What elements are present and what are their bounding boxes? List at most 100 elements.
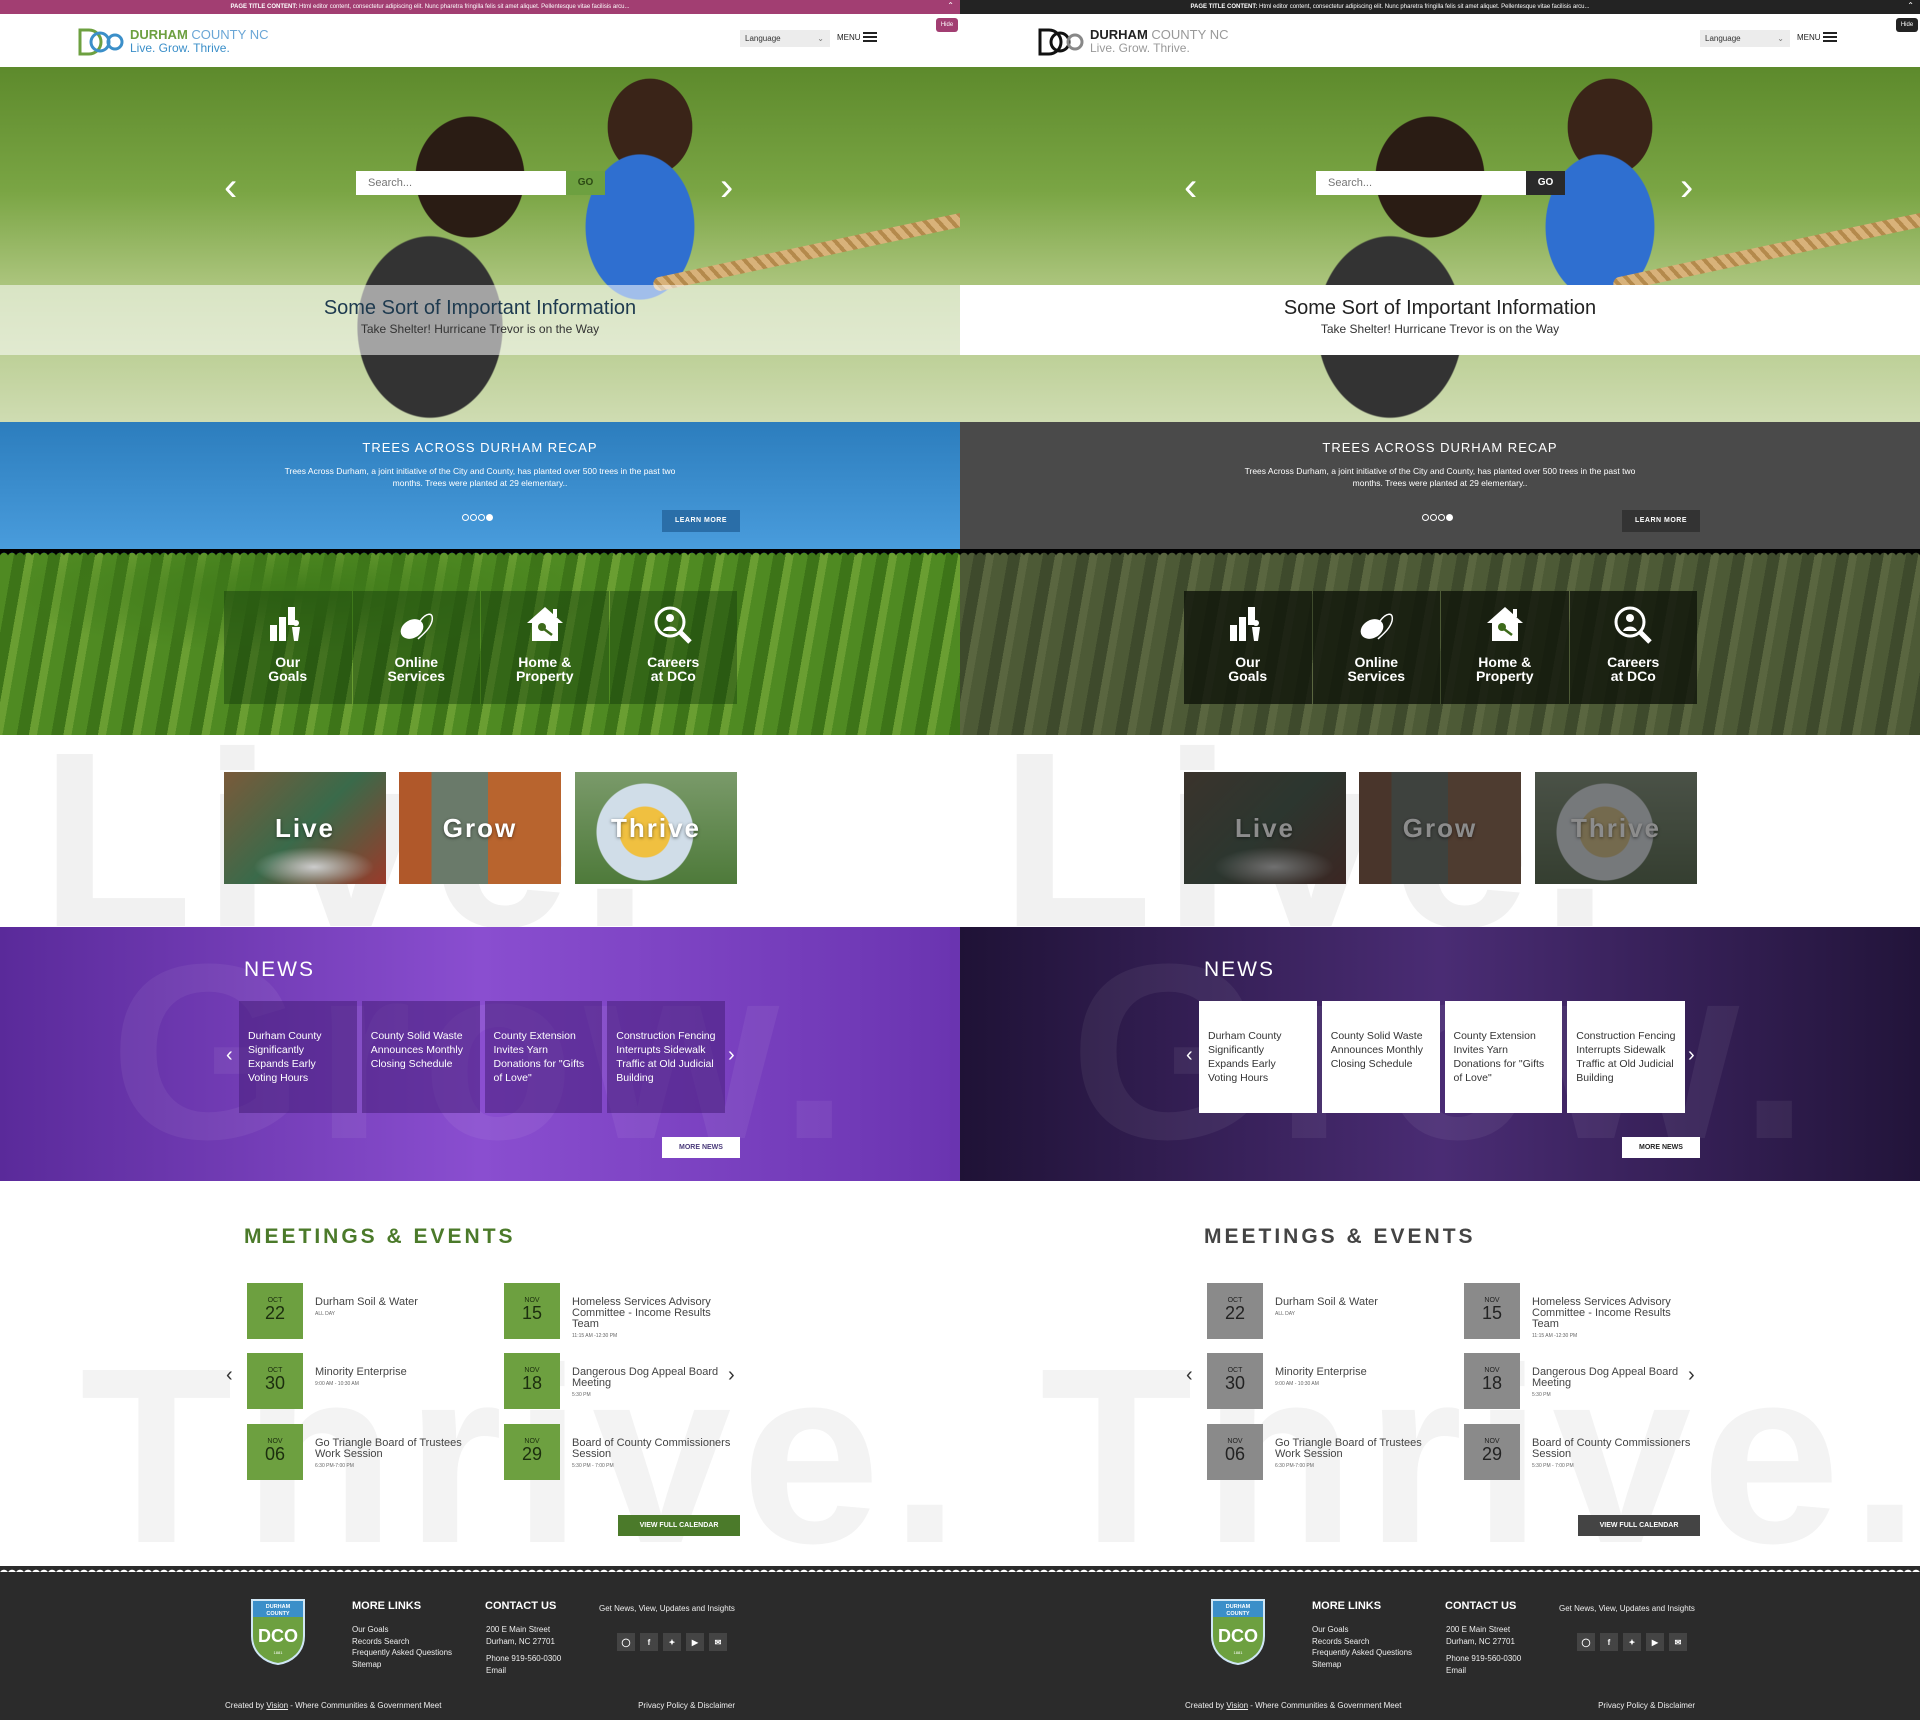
learn-more-button[interactable]: LEARN MORE	[662, 510, 740, 532]
news-prev-arrow-icon[interactable]: ‹	[1186, 1044, 1193, 1067]
slide-dot[interactable]	[486, 514, 493, 521]
more-news-button[interactable]: MORE NEWS	[1622, 1137, 1700, 1158]
footer-link[interactable]: Frequently Asked Questions	[1312, 1647, 1412, 1659]
event-item[interactable]: OCT 22 Durham Soil & Water ALL DAY	[247, 1283, 477, 1339]
news-card[interactable]: County Extension Invites Yarn Donations …	[484, 1001, 603, 1113]
quick-link[interactable]: Our Goals	[1184, 591, 1312, 704]
privacy-link[interactable]: Privacy Policy & Disclaimer	[1598, 1701, 1695, 1710]
footer-link[interactable]: Sitemap	[352, 1659, 452, 1671]
news-prev-arrow-icon[interactable]: ‹	[226, 1044, 233, 1067]
instagram-icon[interactable]: ◯	[617, 1633, 635, 1651]
phone[interactable]: Phone 919-560-0300	[486, 1653, 561, 1665]
hide-button[interactable]: Hide	[936, 18, 958, 32]
news-card[interactable]: County Extension Invites Yarn Donations …	[1444, 1001, 1563, 1113]
twitter-icon[interactable]: ✦	[1623, 1633, 1641, 1651]
quick-link[interactable]: Careers at DCo	[609, 591, 737, 704]
event-item[interactable]: NOV 15 Homeless Services Advisory Committe…	[504, 1283, 734, 1339]
quick-link[interactable]: Our Goals	[224, 591, 352, 704]
hide-button[interactable]: Hide	[1896, 18, 1918, 32]
event-item[interactable]: NOV 06 Go Triangle Board of Trustees Work …	[247, 1424, 477, 1480]
event-item[interactable]: OCT 30 Minority Enterprise 9:00 AM - 10:30 …	[247, 1353, 477, 1409]
footer-link[interactable]: Frequently Asked Questions	[352, 1647, 452, 1659]
hero-next-arrow-icon[interactable]: ›	[720, 165, 733, 210]
site-name[interactable]: DURHAM COUNTY NC	[1090, 27, 1228, 42]
collapse-icon[interactable]: ⌃	[1907, 1, 1914, 10]
events-prev-arrow-icon[interactable]: ‹	[1186, 1364, 1193, 1387]
youtube-icon[interactable]: ▶	[686, 1633, 704, 1651]
learn-more-button[interactable]: LEARN MORE	[1622, 510, 1700, 532]
hero-prev-arrow-icon[interactable]: ‹	[1184, 165, 1197, 210]
hero-next-arrow-icon[interactable]: ›	[1680, 165, 1693, 210]
slide-dot[interactable]	[1430, 514, 1437, 521]
slide-dot[interactable]	[1422, 514, 1429, 521]
more-news-button[interactable]: MORE NEWS	[662, 1137, 740, 1158]
vision-link[interactable]: Vision	[266, 1701, 288, 1710]
pillar-thrive[interactable]: Thrive	[1535, 772, 1697, 884]
menu-button[interactable]: MENU	[837, 32, 877, 42]
site-name[interactable]: DURHAM COUNTY NC	[130, 27, 268, 42]
event-item[interactable]: OCT 22 Durham Soil & Water ALL DAY	[1207, 1283, 1437, 1339]
news-card[interactable]: County Solid Waste Announces Monthly Clo…	[361, 1001, 480, 1113]
slide-dot[interactable]	[470, 514, 477, 521]
quick-link[interactable]: Online Services	[352, 591, 480, 704]
view-calendar-button[interactable]: VIEW FULL CALENDAR	[1578, 1515, 1700, 1536]
search-input[interactable]	[1316, 171, 1526, 195]
footer-link[interactable]: Sitemap	[1312, 1659, 1412, 1671]
facebook-icon[interactable]: f	[1600, 1633, 1618, 1651]
twitter-icon[interactable]: ✦	[663, 1633, 681, 1651]
dco-logo-icon[interactable]	[78, 28, 124, 56]
news-card[interactable]: Construction Fencing Interrupts Sidewalk…	[607, 1001, 725, 1113]
pillar-live[interactable]: Live	[224, 772, 386, 884]
view-calendar-button[interactable]: VIEW FULL CALENDAR	[618, 1515, 740, 1536]
privacy-link[interactable]: Privacy Policy & Disclaimer	[638, 1701, 735, 1710]
phone[interactable]: Phone 919-560-0300	[1446, 1653, 1521, 1665]
news-card[interactable]: County Solid Waste Announces Monthly Clo…	[1321, 1001, 1440, 1113]
youtube-icon[interactable]: ▶	[1646, 1633, 1664, 1651]
pillar-grow[interactable]: Grow	[399, 772, 561, 884]
email-link[interactable]: Email	[1446, 1665, 1521, 1677]
search-input[interactable]	[356, 171, 566, 195]
news-next-arrow-icon[interactable]: ›	[728, 1044, 735, 1067]
footer-link[interactable]: Our Goals	[352, 1624, 452, 1636]
collapse-icon[interactable]: ⌃	[947, 1, 954, 10]
event-item[interactable]: NOV 18 Dangerous Dog Appeal Board Meeting 5…	[504, 1353, 734, 1409]
instagram-icon[interactable]: ◯	[1577, 1633, 1595, 1651]
quick-link[interactable]: Careers at DCo	[1569, 591, 1697, 704]
footer-link[interactable]: Our Goals	[1312, 1624, 1412, 1636]
event-item[interactable]: OCT 30 Minority Enterprise 9:00 AM - 10:30 …	[1207, 1353, 1437, 1409]
vision-link[interactable]: Vision	[1226, 1701, 1248, 1710]
email-icon[interactable]: ✉	[1669, 1633, 1687, 1651]
event-item[interactable]: NOV 06 Go Triangle Board of Trustees Work …	[1207, 1424, 1437, 1480]
slide-dot[interactable]	[1438, 514, 1445, 521]
slide-dot[interactable]	[478, 514, 485, 521]
hero-prev-arrow-icon[interactable]: ‹	[224, 165, 237, 210]
slide-dot[interactable]	[462, 514, 469, 521]
news-card[interactable]: Durham County Significantly Expands Earl…	[239, 1001, 357, 1113]
email-link[interactable]: Email	[486, 1665, 561, 1677]
event-item[interactable]: NOV 29 Board of County Commissioners Sessi…	[1464, 1424, 1694, 1480]
dco-logo-icon[interactable]	[1038, 28, 1084, 56]
pillar-grow[interactable]: Grow	[1359, 772, 1521, 884]
footer-link[interactable]: Records Search	[1312, 1636, 1412, 1648]
email-icon[interactable]: ✉	[709, 1633, 727, 1651]
events-prev-arrow-icon[interactable]: ‹	[226, 1364, 233, 1387]
footer-link[interactable]: Records Search	[352, 1636, 452, 1648]
menu-button[interactable]: MENU	[1797, 32, 1837, 42]
event-item[interactable]: NOV 29 Board of County Commissioners Sessi…	[504, 1424, 734, 1480]
pillar-live[interactable]: Live	[1184, 772, 1346, 884]
news-next-arrow-icon[interactable]: ›	[1688, 1044, 1695, 1067]
language-select[interactable]: Language ⌄	[1700, 30, 1790, 47]
quick-link[interactable]: Home & Property	[481, 591, 609, 704]
slide-dot[interactable]	[1446, 514, 1453, 521]
news-card[interactable]: Construction Fencing Interrupts Sidewalk…	[1567, 1001, 1685, 1113]
pillar-thrive[interactable]: Thrive	[575, 772, 737, 884]
facebook-icon[interactable]: f	[640, 1633, 658, 1651]
quick-link[interactable]: Online Services	[1312, 591, 1440, 704]
search-go-button[interactable]: GO	[566, 171, 605, 195]
news-card[interactable]: Durham County Significantly Expands Earl…	[1199, 1001, 1317, 1113]
event-item[interactable]: NOV 18 Dangerous Dog Appeal Board Meeting 5…	[1464, 1353, 1694, 1409]
language-select[interactable]: Language ⌄	[740, 30, 830, 47]
search-go-button[interactable]: GO	[1526, 171, 1565, 195]
event-item[interactable]: NOV 15 Homeless Services Advisory Committe…	[1464, 1283, 1694, 1339]
quick-link[interactable]: Home & Property	[1441, 591, 1569, 704]
